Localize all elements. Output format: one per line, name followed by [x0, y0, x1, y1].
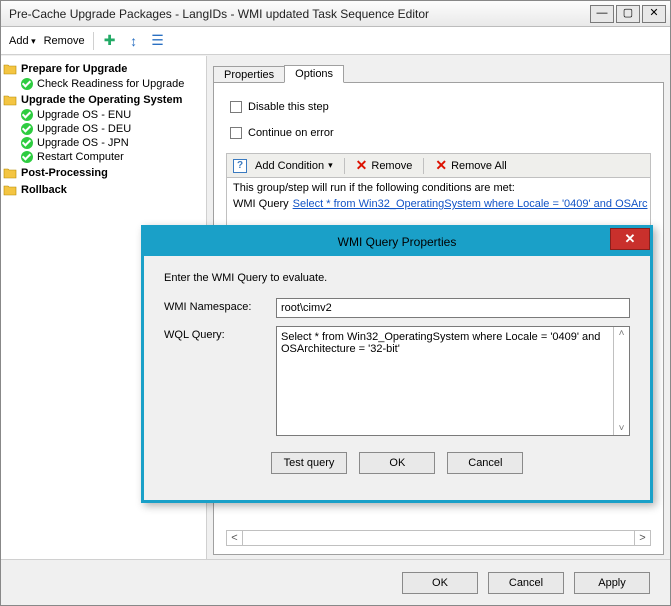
tab-options[interactable]: Options: [284, 65, 344, 83]
tree-group-label: Upgrade the Operating System: [21, 94, 182, 106]
check-icon: [21, 137, 33, 149]
test-query-button[interactable]: Test query: [271, 452, 348, 474]
folder-icon: [3, 62, 17, 76]
tab-properties[interactable]: Properties: [213, 66, 285, 83]
ok-button[interactable]: OK: [402, 572, 478, 594]
apply-button[interactable]: Apply: [574, 572, 650, 594]
dialog-instruction: Enter the WMI Query to evaluate.: [164, 272, 630, 284]
tree-group-postprocessing[interactable]: Post-Processing: [3, 165, 204, 181]
tree-group-label: Prepare for Upgrade: [21, 63, 127, 75]
tree-item[interactable]: Upgrade OS - JPN: [21, 136, 204, 150]
move-up-icon[interactable]: ↕: [126, 33, 142, 49]
remove-condition-button[interactable]: ✕ Remove: [352, 157, 417, 174]
dialog-ok-button[interactable]: OK: [359, 452, 435, 474]
scroll-left-icon[interactable]: <: [227, 531, 243, 545]
tree-group-label: Post-Processing: [21, 167, 108, 179]
dialog-close-button[interactable]: ✕: [610, 228, 650, 250]
tree-group-rollback[interactable]: Rollback: [3, 182, 204, 198]
add-condition-menu[interactable]: Add Condition ▾: [251, 160, 337, 172]
check-icon: [21, 123, 33, 135]
check-icon: [21, 109, 33, 121]
folder-icon: [3, 166, 17, 180]
new-icon[interactable]: ✚: [102, 33, 118, 49]
tree-group-label: Rollback: [21, 184, 67, 196]
editor-footer: OK Cancel Apply: [1, 559, 670, 605]
remove-button[interactable]: Remove: [44, 35, 85, 47]
window-title: Pre-Cache Upgrade Packages - LangIDs - W…: [9, 7, 429, 21]
task-sequence-editor-window: Pre-Cache Upgrade Packages - LangIDs - W…: [0, 0, 671, 606]
tree-item[interactable]: Upgrade OS - DEU: [21, 122, 204, 136]
wmi-namespace-input[interactable]: [276, 298, 630, 318]
disable-step-checkbox[interactable]: Disable this step: [230, 101, 651, 113]
wql-query-textarea[interactable]: [277, 327, 613, 435]
cancel-button[interactable]: Cancel: [488, 572, 564, 594]
wql-query-label: WQL Query:: [164, 326, 276, 341]
tree-group: Upgrade the Operating System Upgrade OS …: [3, 92, 204, 164]
continue-on-error-checkbox[interactable]: Continue on error: [230, 127, 651, 139]
titlebar: Pre-Cache Upgrade Packages - LangIDs - W…: [1, 1, 670, 27]
checkbox-label: Disable this step: [248, 101, 329, 113]
scroll-right-icon[interactable]: >: [634, 531, 650, 545]
condition-row[interactable]: WMI Query Select * from Win32_OperatingS…: [227, 198, 650, 210]
editor-toolbar: Add Remove ✚ ↕ ☰: [1, 27, 670, 55]
tree-group: Rollback: [3, 182, 204, 198]
minimize-button[interactable]: —: [590, 5, 614, 23]
checkbox-icon: [230, 101, 242, 113]
scroll-up-icon[interactable]: ˄: [614, 327, 629, 340]
tree-group-prepare[interactable]: Prepare for Upgrade: [3, 61, 204, 77]
chevron-down-icon: ▾: [328, 160, 333, 171]
tree-group: Prepare for Upgrade Check Readiness for …: [3, 61, 204, 91]
x-icon: ✕: [435, 157, 447, 174]
tree-item-label: Upgrade OS - JPN: [37, 137, 129, 149]
add-menu[interactable]: Add: [9, 35, 36, 47]
tree-group-upgrade-os[interactable]: Upgrade the Operating System: [3, 92, 204, 108]
tree-group: Post-Processing: [3, 165, 204, 181]
textarea-scrollbar[interactable]: ˄ ˅: [613, 327, 629, 435]
conditions-toolbar: ? Add Condition ▾ ✕ Remove ✕ Remove All: [226, 153, 651, 178]
x-icon: ✕: [356, 157, 368, 174]
tree-item[interactable]: Check Readiness for Upgrade: [21, 77, 204, 91]
condition-prefix: WMI Query: [233, 198, 289, 210]
folder-icon: [3, 183, 17, 197]
tree-item-label: Restart Computer: [37, 151, 124, 163]
scroll-track[interactable]: [243, 531, 634, 545]
dialog-cancel-button[interactable]: Cancel: [447, 452, 523, 474]
horizontal-scrollbar[interactable]: < >: [226, 530, 651, 546]
wmi-query-properties-dialog: WMI Query Properties ✕ Enter the WMI Que…: [141, 225, 653, 503]
condition-link[interactable]: Select * from Win32_OperatingSystem wher…: [293, 198, 648, 210]
close-button[interactable]: ✕: [642, 5, 666, 23]
scroll-down-icon[interactable]: ˅: [614, 422, 629, 435]
folder-icon: [3, 93, 17, 107]
wmi-namespace-label: WMI Namespace:: [164, 298, 276, 313]
add-condition-label: Add Condition: [255, 160, 324, 172]
remove-all-conditions-button[interactable]: ✕ Remove All: [431, 157, 510, 174]
remove-all-label: Remove All: [451, 160, 507, 172]
properties-icon[interactable]: ☰: [150, 33, 166, 49]
tree-item-label: Upgrade OS - ENU: [37, 109, 131, 121]
check-icon: [21, 78, 33, 90]
tree-item[interactable]: Restart Computer: [21, 150, 204, 164]
dialog-title: WMI Query Properties: [338, 235, 457, 249]
checkbox-label: Continue on error: [248, 127, 334, 139]
dialog-titlebar: WMI Query Properties ✕: [144, 228, 650, 256]
check-icon: [21, 151, 33, 163]
tab-row: Properties Options: [213, 60, 664, 82]
remove-condition-label: Remove: [371, 160, 412, 172]
tree-item[interactable]: Upgrade OS - ENU: [21, 108, 204, 122]
conditions-heading: This group/step will run if the followin…: [227, 178, 650, 198]
tree-item-label: Check Readiness for Upgrade: [37, 78, 184, 90]
maximize-button[interactable]: ▢: [616, 5, 640, 23]
checkbox-icon: [230, 127, 242, 139]
tree-item-label: Upgrade OS - DEU: [37, 123, 131, 135]
help-icon[interactable]: ?: [233, 159, 247, 173]
